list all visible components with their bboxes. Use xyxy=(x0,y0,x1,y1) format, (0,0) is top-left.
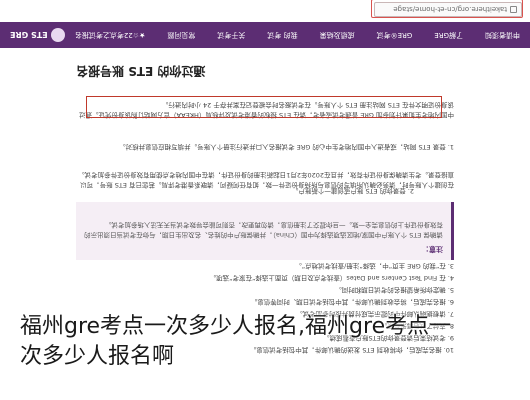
nav-item-2[interactable]: 了解GRE xyxy=(434,30,463,40)
nav-item-6[interactable]: 关于考试 xyxy=(217,30,245,40)
top-navigation: 申请者须知 了解GRE GRE®考试 成绩及结果 我的 考试 关于考试 常见问题… xyxy=(0,22,530,48)
nav-item-7[interactable]: 常见问题 xyxy=(167,30,195,40)
notice-text: 请确保 ETS 个人账户中国家/地区选项选择为中国（China），并确保账户中的… xyxy=(84,221,443,239)
step-2-text: 2. 登录你的 ETS 账户或创建一个新账户。 xyxy=(291,187,414,195)
nav-item-4[interactable]: 成绩及结果 xyxy=(320,30,355,40)
step-4-text: 4. 在 Find Test Centers and Dates（查找考点及日期… xyxy=(209,274,454,282)
ets-logo-text: ETS GRE xyxy=(10,30,48,40)
nav-item-5[interactable]: 我的 考试 xyxy=(267,30,297,40)
page-title: 通过你的 ETS 账号报名 xyxy=(76,64,206,78)
nav-item-8[interactable]: ★☆22考点之考试报名 xyxy=(75,30,145,40)
notice-box: 注意： 请确保 ETS 个人账户中国家/地区选项选择为中国（China），并确保… xyxy=(76,202,454,260)
step-6-text: 6. 报名完成后，将会收到确认邮件，其中包括考试日期、时间等信息。 xyxy=(250,298,454,306)
intro-highlight-box xyxy=(86,96,442,118)
notice-title: 注意： xyxy=(422,245,443,253)
ets-logo-mark-icon xyxy=(50,28,65,42)
caption-line-1: 福州gre考点一次多少人报名,福州gre考点一 xyxy=(20,314,452,339)
nav-item-3[interactable]: GRE®考试 xyxy=(377,30,413,40)
overlay-caption: 福州gre考点一次多少人报名,福州gre考点一 次多少人报名啊 xyxy=(20,312,530,372)
step-3-text: 3. 在“我的 GRE 主页”中，选择“注册/查找考试地点”。 xyxy=(295,262,454,270)
address-bar[interactable]: takeithere.org/cn-et-home/stage xyxy=(371,0,523,18)
url-highlight-box xyxy=(371,0,523,18)
ets-logo[interactable]: ETS GRE xyxy=(10,28,65,42)
caption-line-2: 次多少人报名啊 xyxy=(20,344,175,369)
nav-item-1[interactable]: 申请者须知 xyxy=(485,30,520,40)
step-5-text: 5. 确定你所希望报名的考试日期和时间。 xyxy=(335,286,454,294)
step-1-text: 1. 登录 ETS 网站，或者进入中国内地考生中心的 GRE 考试报名入口并进行… xyxy=(119,143,454,151)
